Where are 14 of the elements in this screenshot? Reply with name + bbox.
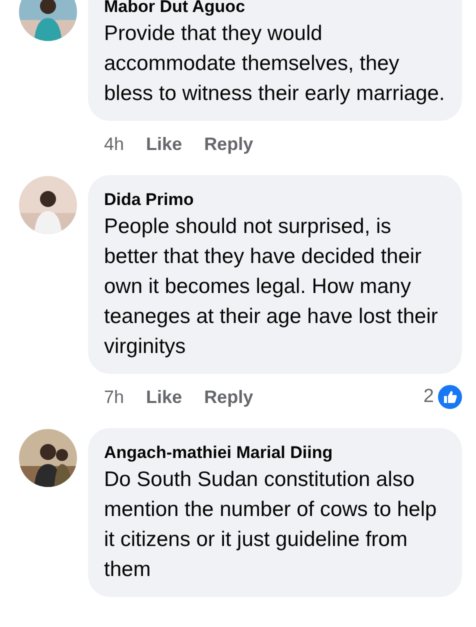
like-link[interactable]: Like — [146, 134, 182, 154]
comment-text: People should not surprised, is better that they have decided their own it becomes legal. How many teaneges at their age have lost their virginitys — [104, 214, 439, 360]
author-name[interactable]: Dida Primo — [104, 188, 446, 212]
like-link[interactable]: Like — [146, 386, 182, 408]
author-name[interactable]: Angach-mathiei Marial Diing — [104, 441, 446, 465]
comment-time: 4h — [104, 134, 124, 154]
reply-link[interactable]: Reply — [204, 134, 254, 154]
thumbs-up-icon[interactable] — [438, 385, 462, 409]
reaction-count[interactable]: 2 — [423, 386, 434, 408]
comment-text: Provide that they would accommodate themselves, they bless to witness their early marriage. — [104, 21, 446, 107]
author-name[interactable]: Mabor Dut Aguoc — [104, 0, 446, 19]
comment-text: Do South Sudan constitution also mention the number of cows to help it citizens or it just guideline from them — [104, 467, 438, 583]
comment-time: 7h — [104, 386, 124, 408]
reply-link[interactable]: Reply — [204, 386, 254, 408]
